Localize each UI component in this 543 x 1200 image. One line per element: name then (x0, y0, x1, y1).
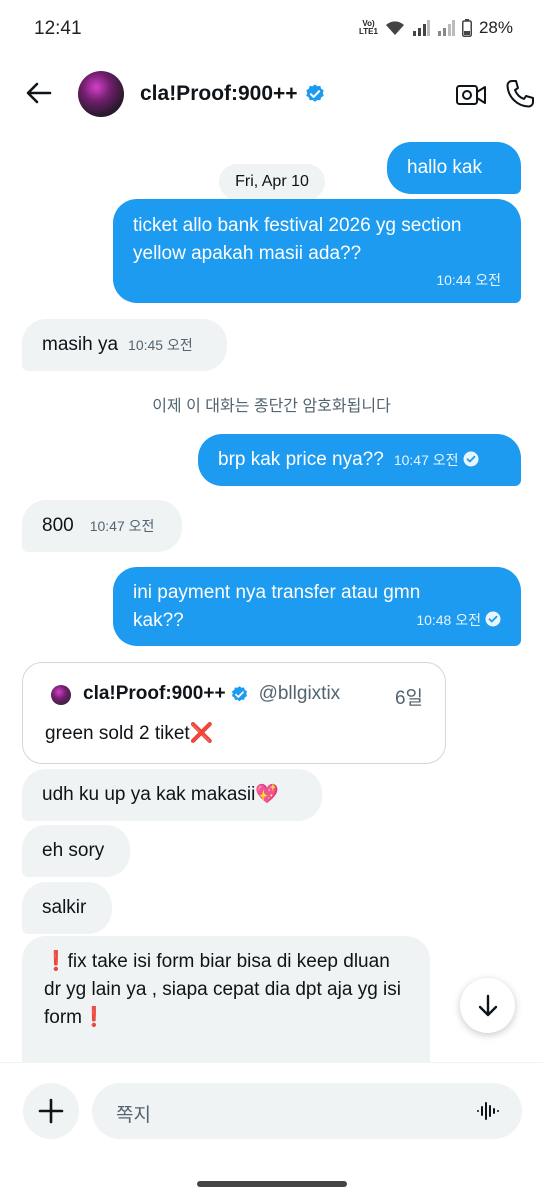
message-time: 10:47 오전 (393, 452, 459, 468)
status-icons: Vo) LTE1 28% (359, 18, 513, 38)
plus-icon (38, 1098, 64, 1124)
read-check-icon (485, 611, 501, 627)
shared-post-card[interactable]: cla!Proof:900++ @bllgixtix 6일 green sold… (22, 662, 446, 764)
status-time: 12:41 (34, 18, 82, 39)
back-arrow-icon[interactable] (22, 76, 56, 110)
message-text: hallo kak (407, 157, 482, 178)
phone-icon[interactable] (504, 78, 536, 110)
video-call-icon[interactable] (454, 78, 488, 112)
voice-message-icon[interactable] (476, 1099, 500, 1123)
message-incoming[interactable]: udh ku up ya kak makasii💖 (22, 769, 322, 821)
signal-icon-2 (437, 20, 455, 36)
date-separator: Fri, Apr 10 (216, 161, 328, 203)
message-text: eh sory (42, 840, 105, 861)
status-bar: 12:41 Vo) LTE1 28% (0, 0, 543, 62)
message-text: salkir (42, 897, 87, 918)
shared-post-handle: @bllgixtix (258, 683, 341, 704)
message-list[interactable]: hallo kak Fri, Apr 10 ticket allo bank f… (0, 128, 543, 1062)
message-incoming[interactable]: masih ya 10:45 오전 (22, 319, 227, 371)
message-incoming[interactable]: 800 10:47 오전 (22, 500, 182, 552)
conversation-name: cla!Proof:900++ (140, 82, 298, 105)
chat-header: cla!Proof:900++ (0, 62, 543, 128)
shared-post-avatar (51, 685, 71, 705)
message-outgoing[interactable]: hallo kak (387, 142, 521, 194)
message-outgoing[interactable]: ticket allo bank festival 2026 yg sectio… (113, 199, 521, 303)
message-text: ❗fix take isi form biar bisa di keep dlu… (44, 951, 401, 1028)
message-text: ticket allo bank festival 2026 yg sectio… (133, 215, 462, 264)
signal-icon (412, 20, 430, 36)
verified-badge-icon (305, 84, 324, 102)
shared-post-author: cla!Proof:900++ @bllgixtix (83, 683, 340, 705)
volte-bottom-label: LTE1 (359, 27, 378, 36)
message-incoming[interactable]: salkir (22, 882, 112, 934)
avatar[interactable] (78, 71, 124, 117)
battery-icon (461, 19, 472, 37)
message-input-placeholder: 쪽지 (116, 1105, 151, 1126)
read-check-icon (463, 451, 479, 467)
encryption-notice: 이제 이 대화는 종단간 암호화됩니다 (152, 398, 391, 415)
message-outgoing[interactable]: ini payment nya transfer atau gmn kak?? … (113, 567, 521, 646)
wifi-icon (385, 21, 404, 35)
composer-bar: 쪽지 (0, 1062, 543, 1200)
arrow-down-icon (478, 994, 497, 1016)
message-time: 10:47 오전 (89, 518, 155, 534)
home-indicator (197, 1181, 347, 1187)
add-attachment-button[interactable] (23, 1083, 79, 1139)
message-text: masih ya (42, 334, 119, 355)
message-text: brp kak price nya?? (218, 449, 384, 470)
verified-badge-icon (231, 685, 247, 701)
message-text: 800 (42, 515, 74, 536)
volte-icon: Vo) LTE1 (359, 20, 378, 36)
message-outgoing[interactable]: brp kak price nya?? 10:47 오전 (198, 434, 521, 486)
conversation-title[interactable]: cla!Proof:900++ (140, 82, 326, 106)
message-incoming[interactable]: eh sory (22, 825, 130, 877)
battery-percent: 28% (478, 18, 513, 37)
message-incoming[interactable]: ❗fix take isi form biar bisa di keep dlu… (22, 936, 430, 1062)
message-time: 10:48 오전 (416, 612, 481, 628)
shared-post-age: 6일 (394, 688, 423, 709)
message-input[interactable]: 쪽지 (92, 1083, 522, 1139)
message-text: udh ku up ya kak makasii💖 (42, 784, 279, 805)
message-time: 10:45 오전 (128, 337, 193, 353)
message-time: 10:44 오전 (436, 272, 501, 288)
scroll-to-bottom-button[interactable] (460, 978, 515, 1033)
shared-post-name: cla!Proof:900++ (83, 683, 226, 704)
shared-post-text: green sold 2 tiket❌ (45, 723, 214, 744)
